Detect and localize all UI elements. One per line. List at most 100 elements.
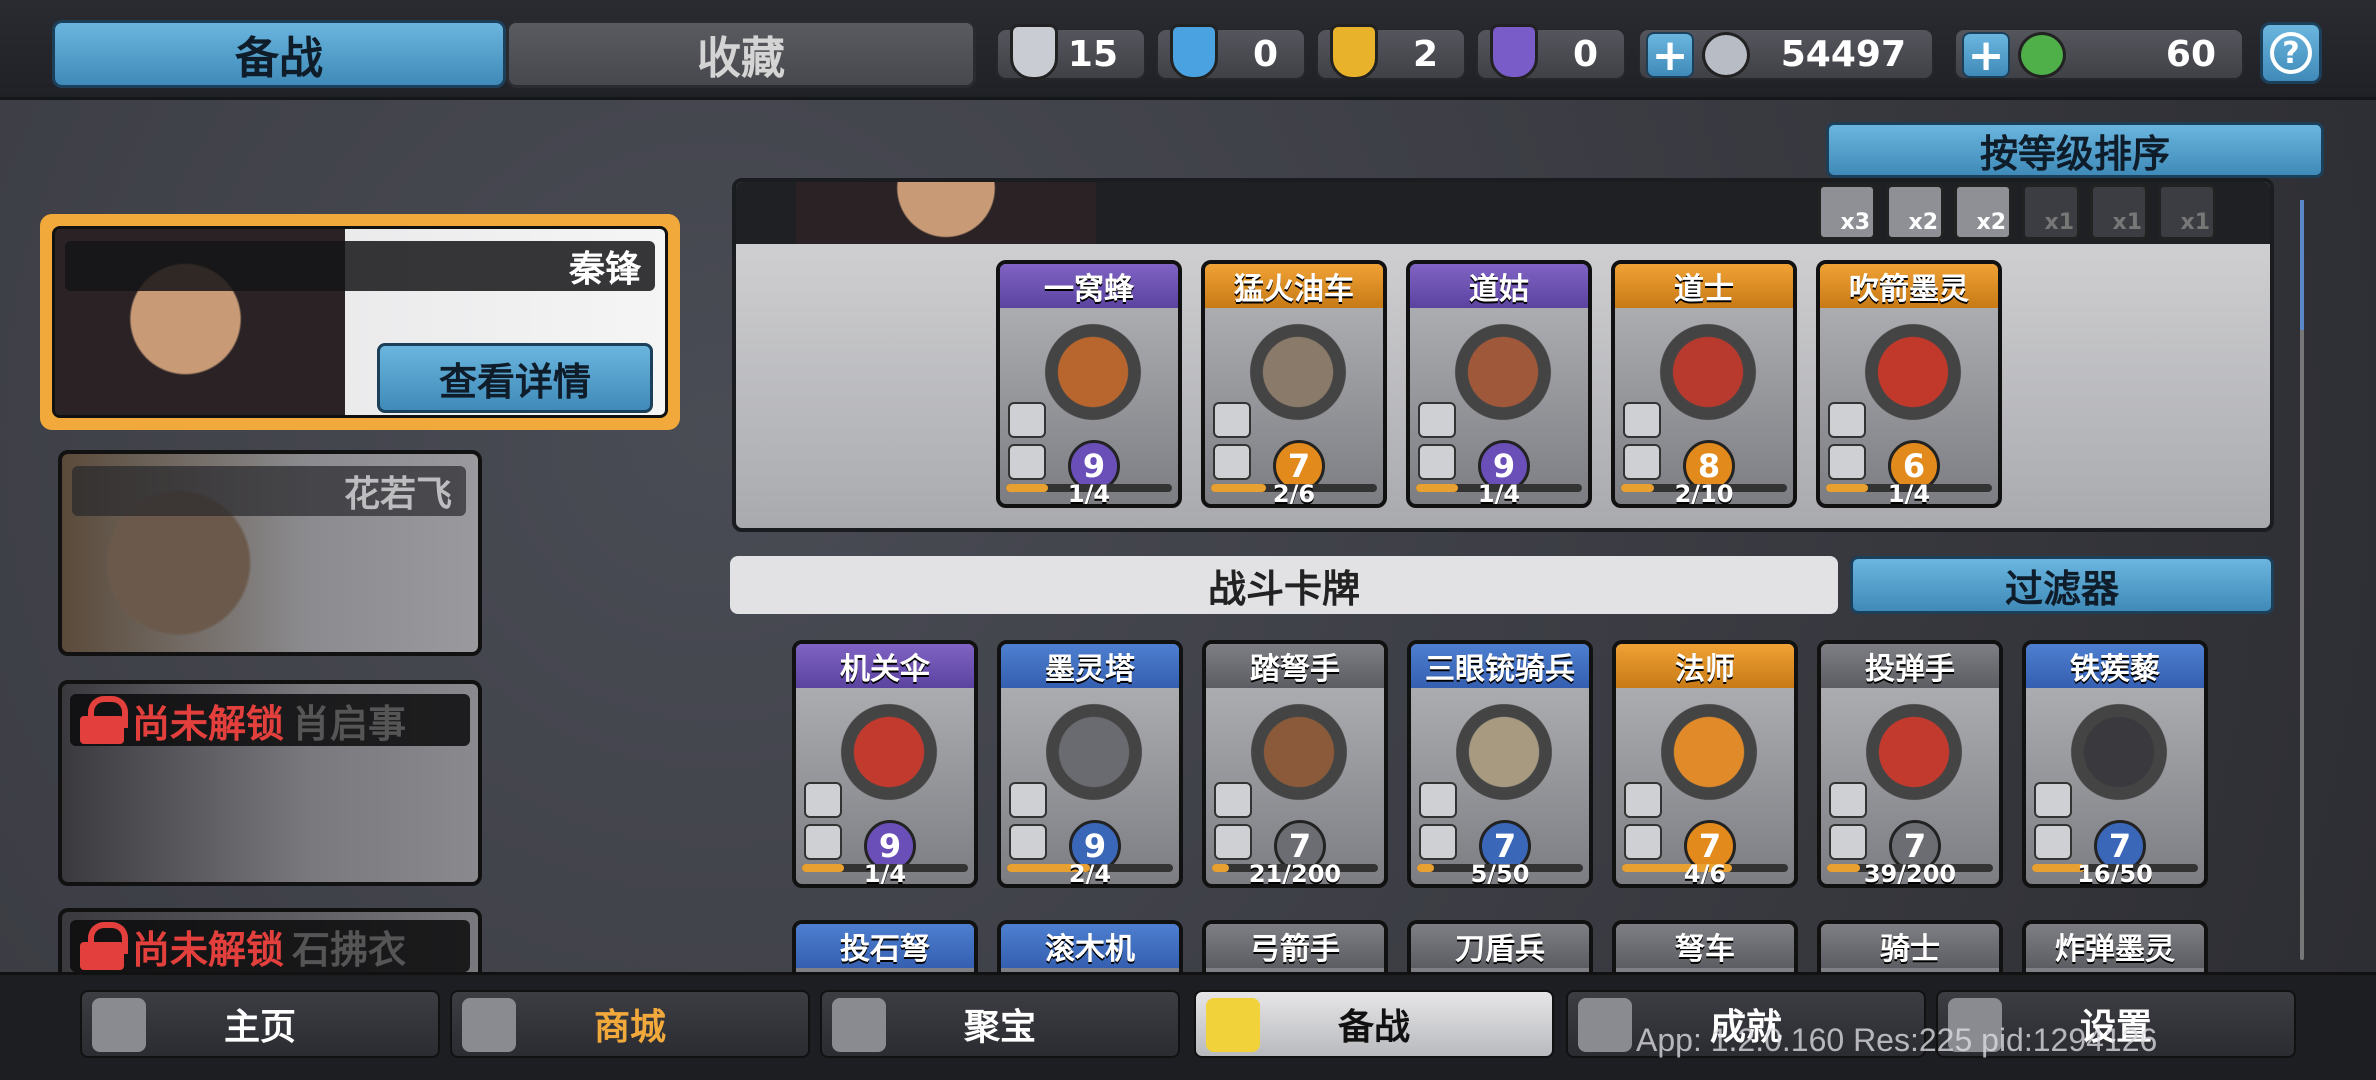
skill-icon — [1624, 782, 1662, 818]
unit-portrait — [2056, 698, 2182, 818]
hero-card[interactable]: 花若飞 — [58, 450, 482, 656]
stat-icon: x1 — [2090, 184, 2148, 240]
skill-icon — [1009, 824, 1047, 860]
hero-portrait-strip — [796, 182, 1096, 244]
unit-card[interactable]: 法师 7 4/6 — [1612, 640, 1798, 888]
currency-value: 2 — [1412, 33, 1438, 75]
upgrade-progress-text: 4/6 — [1683, 860, 1727, 888]
upgrade-progress-text: 16/50 — [2077, 860, 2153, 888]
unit-card[interactable]: 骑士 — [1817, 920, 2003, 972]
skill-icon — [1418, 444, 1456, 480]
skill-icon — [1008, 444, 1046, 480]
lock-icon — [80, 696, 128, 744]
unit-portrait — [1645, 318, 1771, 438]
upgrade-progress-text: 2/6 — [1272, 480, 1316, 508]
skill-icon — [1419, 782, 1457, 818]
nav-label: 聚宝 — [963, 1007, 1036, 1048]
nav-deck-button[interactable]: 备战 — [1194, 990, 1554, 1058]
unit-portrait — [1030, 318, 1156, 438]
skill-icon — [1214, 782, 1252, 818]
skill-icon — [1829, 782, 1867, 818]
tab-prep[interactable]: 备战 — [52, 20, 506, 88]
currency-value: 54497 — [1780, 33, 1906, 75]
unit-card[interactable]: 投石弩 — [792, 920, 978, 972]
add-coins-button[interactable]: + — [1646, 30, 1694, 81]
nav-label: 备战 — [1337, 1007, 1410, 1048]
hero-name: 石拂衣 — [292, 927, 407, 972]
upgrade-progress-text: 2/4 — [1068, 860, 1112, 888]
card-title: 一窝蜂 — [1000, 264, 1178, 308]
hero-card-locked[interactable]: 尚未解锁 石拂衣 — [58, 908, 482, 978]
lock-icon — [80, 922, 128, 970]
help-icon: ? — [2270, 32, 2312, 74]
skill-icon — [1214, 824, 1252, 860]
hero-card-locked[interactable]: 尚未解锁 肖启事 — [58, 680, 482, 886]
unit-card[interactable]: 弩车 — [1612, 920, 1798, 972]
currency-silver-shield: 15 — [996, 24, 1146, 80]
unit-card[interactable]: 三眼铳骑兵 7 5/50 — [1407, 640, 1593, 888]
unit-card[interactable]: 猛火油车 7 2/6 — [1201, 260, 1387, 508]
unit-card[interactable]: 弓箭手 — [1202, 920, 1388, 972]
unit-portrait — [1440, 318, 1566, 438]
card-title: 刀盾兵 — [1411, 924, 1589, 968]
unit-portrait — [1851, 698, 1977, 818]
currency-purple-shield: 0 — [1476, 24, 1626, 80]
filter-button[interactable]: 过滤器 — [1850, 556, 2274, 614]
unit-card[interactable]: 铁蒺藜 7 16/50 — [2022, 640, 2208, 888]
currency-jade: + 60 — [1954, 28, 2244, 81]
help-button[interactable]: ? — [2260, 22, 2322, 84]
card-title: 铁蒺藜 — [2026, 644, 2204, 688]
nav-label: 主页 — [223, 1007, 296, 1048]
card-title: 法师 — [1616, 644, 1794, 688]
unit-card[interactable]: 投弹手 7 39/200 — [1817, 640, 2003, 888]
deck-header: x3 x2 x2 x1 x1 x1 — [736, 182, 2270, 244]
locked-label: 尚未解锁 — [132, 927, 285, 972]
view-details-button[interactable]: 查看详情 — [377, 343, 653, 413]
card-title: 墨灵塔 — [1001, 644, 1179, 688]
home-icon — [92, 998, 146, 1052]
nav-home-button[interactable]: 主页 — [80, 990, 440, 1058]
skill-icon — [804, 824, 842, 860]
jade-icon — [2018, 32, 2066, 78]
tab-collection[interactable]: 收藏 — [506, 20, 976, 88]
upgrade-progress-text: 21/200 — [1248, 860, 1342, 888]
currency-silver-coins: + 54497 — [1638, 28, 1934, 81]
unit-card[interactable]: 道姑 9 1/4 — [1406, 260, 1592, 508]
add-jade-button[interactable]: + — [1962, 30, 2010, 81]
blue-crystal-icon — [1170, 24, 1218, 80]
unit-portrait — [1850, 318, 1976, 438]
unit-card[interactable]: 道士 8 2/10 — [1611, 260, 1797, 508]
unit-card[interactable]: 滚木机 — [997, 920, 1183, 972]
unit-card[interactable]: 炸弹墨灵 — [2022, 920, 2208, 972]
card-title: 机关伞 — [796, 644, 974, 688]
hero-card-selected[interactable]: 秦锋 查看详情 — [40, 214, 680, 430]
skill-icon — [1828, 402, 1866, 438]
unit-card[interactable]: 一窝蜂 9 1/4 — [996, 260, 1182, 508]
currency-value: 60 — [2165, 33, 2216, 75]
scrollbar[interactable] — [2300, 200, 2304, 960]
card-title: 投石弩 — [796, 924, 974, 968]
upgrade-progress-text: 5/50 — [1470, 860, 1530, 888]
nav-treasure-button[interactable]: 聚宝 — [820, 990, 1180, 1058]
unit-card[interactable]: 刀盾兵 — [1407, 920, 1593, 972]
hero-name: 肖启事 — [292, 701, 407, 746]
skill-icon — [1009, 782, 1047, 818]
unit-card[interactable]: 吹箭墨灵 6 1/4 — [1816, 260, 2002, 508]
achievement-icon — [1578, 998, 1632, 1052]
stat-icon: x2 — [1954, 184, 2012, 240]
card-title: 吹箭墨灵 — [1820, 264, 1998, 308]
lock-banner: 尚未解锁 肖启事 — [70, 694, 470, 746]
unit-card[interactable]: 踏弩手 7 21/200 — [1202, 640, 1388, 888]
locked-label: 尚未解锁 — [132, 701, 285, 746]
upgrade-progress-text: 1/4 — [1067, 480, 1111, 508]
debug-info: App: 1.2.0.160 Res:225 pid:1294126 — [1636, 1022, 2158, 1058]
unit-card[interactable]: 墨灵塔 9 2/4 — [997, 640, 1183, 888]
card-title: 弩车 — [1616, 924, 1794, 968]
nav-shop-button[interactable]: 商城 — [450, 990, 810, 1058]
silver-shield-icon — [1010, 24, 1058, 80]
sort-by-level-button[interactable]: 按等级排序 — [1826, 122, 2324, 178]
scrollbar-thumb[interactable] — [2300, 200, 2304, 330]
skill-icon — [1623, 402, 1661, 438]
unit-card[interactable]: 机关伞 9 1/4 — [792, 640, 978, 888]
upgrade-progress-text: 1/4 — [1887, 480, 1931, 508]
